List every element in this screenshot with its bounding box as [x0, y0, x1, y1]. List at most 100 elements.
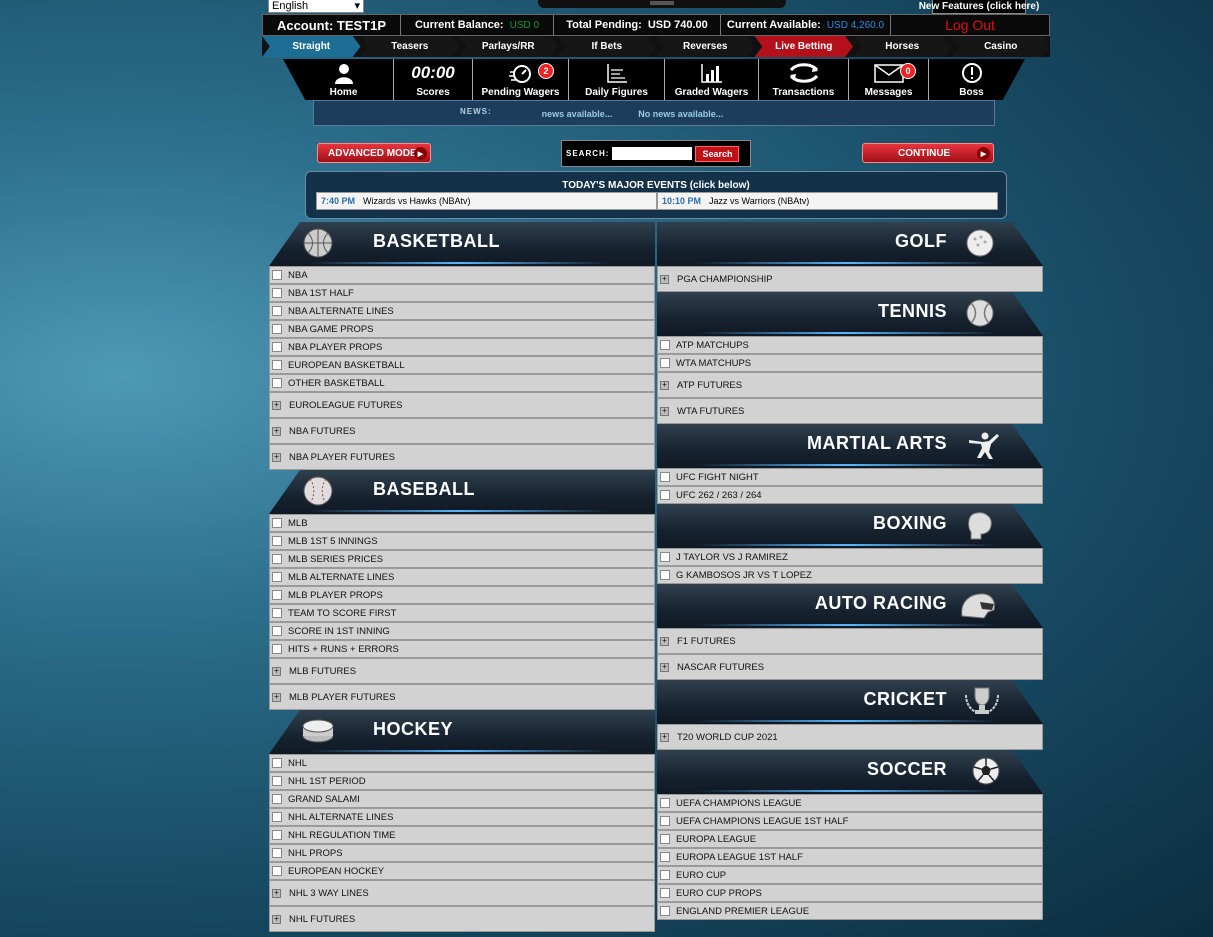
- checkbox[interactable]: [272, 608, 282, 618]
- list-item[interactable]: EUROPA LEAGUE 1ST HALF: [657, 848, 1043, 866]
- checkbox[interactable]: [272, 626, 282, 636]
- list-item[interactable]: OTHER BASKETBALL: [269, 374, 655, 392]
- list-item[interactable]: EURO CUP: [657, 866, 1043, 884]
- expand-icon[interactable]: +: [272, 888, 281, 898]
- list-item[interactable]: + NASCAR FUTURES: [657, 654, 1043, 680]
- list-item[interactable]: EUROPEAN HOCKEY: [269, 862, 655, 880]
- list-item[interactable]: NBA GAME PROPS: [269, 320, 655, 338]
- list-item[interactable]: + F1 FUTURES: [657, 628, 1043, 654]
- list-item[interactable]: + NBA PLAYER FUTURES: [269, 444, 655, 470]
- list-item[interactable]: HITS + RUNS + ERRORS: [269, 640, 655, 658]
- major-event[interactable]: 10:10 PM Jazz vs Warriors (NBAtv): [657, 192, 998, 210]
- list-item[interactable]: EUROPEAN BASKETBALL: [269, 356, 655, 374]
- checkbox[interactable]: [272, 342, 282, 352]
- expand-icon[interactable]: +: [272, 692, 281, 702]
- tab-teasers[interactable]: Teasers: [360, 36, 459, 57]
- checkbox[interactable]: [272, 288, 282, 298]
- list-item[interactable]: NHL PROPS: [269, 844, 655, 862]
- new-features-link[interactable]: New Features (click here): [919, 0, 1039, 14]
- tab-if-bets[interactable]: If Bets: [557, 36, 656, 57]
- checkbox[interactable]: [272, 360, 282, 370]
- tab-straight[interactable]: Straight: [262, 36, 361, 57]
- checkbox[interactable]: [660, 888, 670, 898]
- list-item[interactable]: + ATP FUTURES: [657, 372, 1043, 398]
- list-item[interactable]: NHL ALTERNATE LINES: [269, 808, 655, 826]
- continue-button[interactable]: CONTINUE ▶: [862, 143, 994, 163]
- list-item[interactable]: NBA ALTERNATE LINES: [269, 302, 655, 320]
- nav-daily-figures[interactable]: Daily Figures: [568, 59, 664, 100]
- list-item[interactable]: ATP MATCHUPS: [657, 336, 1043, 354]
- checkbox[interactable]: [272, 776, 282, 786]
- list-item[interactable]: + MLB PLAYER FUTURES: [269, 684, 655, 710]
- list-item[interactable]: UEFA CHAMPIONS LEAGUE 1ST HALF: [657, 812, 1043, 830]
- list-item[interactable]: + EUROLEAGUE FUTURES: [269, 392, 655, 418]
- list-item[interactable]: NHL: [269, 754, 655, 772]
- tab-reverses[interactable]: Reverses: [656, 36, 755, 57]
- checkbox[interactable]: [272, 324, 282, 334]
- list-item[interactable]: ENGLAND PREMIER LEAGUE: [657, 902, 1043, 920]
- tab-casino[interactable]: Casino: [951, 36, 1050, 57]
- tab-live-betting[interactable]: Live Betting: [754, 36, 853, 57]
- nav-transactions[interactable]: Transactions: [758, 59, 848, 100]
- checkbox[interactable]: [660, 358, 670, 368]
- list-item[interactable]: + PGA CHAMPIONSHIP: [657, 266, 1043, 292]
- expand-icon[interactable]: +: [272, 452, 281, 462]
- list-item[interactable]: + T20 WORLD CUP 2021: [657, 724, 1043, 750]
- checkbox[interactable]: [660, 852, 670, 862]
- checkbox[interactable]: [272, 848, 282, 858]
- list-item[interactable]: WTA MATCHUPS: [657, 354, 1043, 372]
- nav-boss[interactable]: Boss: [928, 59, 1014, 100]
- checkbox[interactable]: [272, 270, 282, 280]
- list-item[interactable]: MLB 1ST 5 INNINGS: [269, 532, 655, 550]
- expand-icon[interactable]: +: [660, 380, 669, 390]
- checkbox[interactable]: [660, 870, 670, 880]
- checkbox[interactable]: [660, 570, 670, 580]
- list-item[interactable]: + MLB FUTURES: [269, 658, 655, 684]
- list-item[interactable]: UFC 262 / 263 / 264: [657, 486, 1043, 504]
- checkbox[interactable]: [272, 378, 282, 388]
- checkbox[interactable]: [660, 816, 670, 826]
- checkbox[interactable]: [272, 306, 282, 316]
- checkbox[interactable]: [272, 536, 282, 546]
- checkbox[interactable]: [272, 572, 282, 582]
- checkbox[interactable]: [272, 866, 282, 876]
- checkbox[interactable]: [660, 834, 670, 844]
- list-item[interactable]: TEAM TO SCORE FIRST: [269, 604, 655, 622]
- tab-parlays[interactable]: Parlays/RR: [459, 36, 558, 57]
- list-item[interactable]: SCORE IN 1ST INNING: [269, 622, 655, 640]
- expand-icon[interactable]: +: [660, 406, 669, 416]
- list-item[interactable]: NHL 1ST PERIOD: [269, 772, 655, 790]
- list-item[interactable]: EURO CUP PROPS: [657, 884, 1043, 902]
- tab-horses[interactable]: Horses: [853, 36, 952, 57]
- list-item[interactable]: MLB PLAYER PROPS: [269, 586, 655, 604]
- checkbox[interactable]: [272, 644, 282, 654]
- list-item[interactable]: G KAMBOSOS JR VS T LOPEZ: [657, 566, 1043, 584]
- list-item[interactable]: NBA: [269, 266, 655, 284]
- checkbox[interactable]: [660, 552, 670, 562]
- checkbox[interactable]: [272, 554, 282, 564]
- expand-icon[interactable]: +: [272, 666, 281, 676]
- list-item[interactable]: MLB ALTERNATE LINES: [269, 568, 655, 586]
- search-input[interactable]: [612, 147, 693, 160]
- list-item[interactable]: MLB: [269, 514, 655, 532]
- list-item[interactable]: UFC FIGHT NIGHT: [657, 468, 1043, 486]
- list-item[interactable]: + NHL 3 WAY LINES: [269, 880, 655, 906]
- checkbox[interactable]: [660, 798, 670, 808]
- expand-icon[interactable]: +: [272, 914, 281, 924]
- advanced-mode-button[interactable]: ADVANCED MODE ▶: [317, 143, 431, 163]
- list-item[interactable]: GRAND SALAMI: [269, 790, 655, 808]
- checkbox[interactable]: [660, 490, 670, 500]
- checkbox[interactable]: [660, 906, 670, 916]
- expand-icon[interactable]: +: [272, 426, 281, 436]
- logout-button[interactable]: Log Out: [891, 15, 1049, 35]
- nav-scores[interactable]: 00:00 Scores: [393, 59, 472, 100]
- expand-icon[interactable]: +: [660, 636, 669, 646]
- list-item[interactable]: + WTA FUTURES: [657, 398, 1043, 424]
- expand-icon[interactable]: +: [660, 732, 669, 742]
- nav-pending-wagers[interactable]: 2 Pending Wagers: [472, 59, 568, 100]
- nav-graded-wagers[interactable]: Graded Wagers: [664, 59, 758, 100]
- search-button[interactable]: Search: [695, 145, 740, 162]
- list-item[interactable]: NBA PLAYER PROPS: [269, 338, 655, 356]
- checkbox[interactable]: [272, 590, 282, 600]
- expand-icon[interactable]: +: [272, 400, 281, 410]
